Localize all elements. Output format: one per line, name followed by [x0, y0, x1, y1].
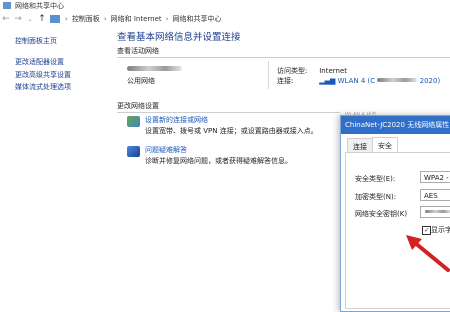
- access-type-value: Internet: [319, 67, 348, 75]
- network-center-icon: [3, 2, 11, 9]
- encryption-type-label: 加密类型(N):: [355, 193, 397, 201]
- setup-connection-desc: 设置宽带、拨号或 VPN 连接；或设置路由器或接入点。: [145, 127, 318, 135]
- divider: [268, 61, 269, 89]
- troubleshoot-link[interactable]: 问题疑难解答: [145, 145, 187, 155]
- divider: [117, 112, 340, 113]
- chevron-right-icon[interactable]: ›: [166, 15, 169, 23]
- control-panel-icon: [50, 15, 60, 23]
- up-arrow-icon[interactable]: ↑: [36, 14, 48, 24]
- troubleshoot-desc: 诊断并修复网络问题，或者获得疑难解答信息。: [145, 157, 292, 165]
- security-type-label: 安全类型(E):: [355, 175, 396, 183]
- security-type-select[interactable]: WPA2 -: [420, 171, 450, 183]
- page-title: 查看基本网络信息并设置连接: [117, 32, 241, 43]
- breadcrumb-network-center[interactable]: 网络和共享中心: [172, 14, 221, 24]
- sidebar-item-media-streaming[interactable]: 媒体流式处理选项: [15, 81, 105, 94]
- back-arrow-icon[interactable]: ←: [0, 14, 12, 24]
- troubleshoot-icon: [127, 146, 140, 157]
- sidebar-item-advanced-sharing[interactable]: 更改高级共享设置: [15, 69, 105, 82]
- breadcrumb-control-panel[interactable]: 控制面板: [72, 14, 100, 24]
- recent-chevron-icon[interactable]: ⌄: [24, 16, 36, 23]
- annotation-arrow-icon: [406, 235, 450, 272]
- title-bar: 网络和共享中心: [0, 0, 450, 11]
- setup-connection-link[interactable]: 设置新的连接或网络: [145, 115, 208, 125]
- wifi-signal-icon: ▂▄▆: [319, 77, 336, 85]
- wlan-connection-link[interactable]: WLAN 4 (C: [338, 77, 376, 85]
- window-title: 网络和共享中心: [15, 1, 64, 10]
- sidebar: 控制面板主页 更改适配器设置 更改高级共享设置 媒体流式处理选项: [15, 36, 105, 94]
- encryption-type-select[interactable]: AES: [420, 189, 450, 201]
- security-key-input[interactable]: [420, 206, 450, 218]
- access-type-label: 访问类型:: [277, 67, 308, 75]
- sidebar-item-home[interactable]: 控制面板主页: [15, 36, 105, 46]
- wlan-connection-suffix[interactable]: 2020): [420, 77, 441, 85]
- dialog-title: ChinaNet-JC2020 无线网络属性: [341, 116, 450, 134]
- change-settings-label: 更改网络设置: [117, 102, 159, 110]
- access-type-row: 访问类型: Internet: [277, 66, 347, 76]
- sidebar-item-adapter-settings[interactable]: 更改适配器设置: [15, 56, 105, 69]
- new-connection-icon: [127, 116, 140, 127]
- connections-label: 连接:: [277, 77, 294, 85]
- chevron-right-icon[interactable]: ›: [104, 15, 107, 23]
- forward-arrow-icon[interactable]: →: [12, 14, 24, 24]
- ssid-redacted: [377, 78, 418, 82]
- connections-row: 连接: ▂▄▆ WLAN 4 (C 2020): [277, 76, 440, 86]
- chevron-right-icon[interactable]: ›: [65, 15, 68, 23]
- address-bar: ← → ⌄ ↑ › 控制面板 › 网络和 Internet › 网络和共享中心: [0, 11, 450, 27]
- security-key-label: 网络安全密钥(K): [355, 210, 408, 218]
- network-type: 公用网络: [127, 77, 155, 85]
- divider: [117, 57, 450, 58]
- network-name-redacted: [127, 66, 182, 71]
- active-networks-label: 查看活动网络: [117, 47, 159, 55]
- password-redacted: [425, 210, 450, 213]
- breadcrumb-network-internet[interactable]: 网络和 Internet: [111, 14, 162, 24]
